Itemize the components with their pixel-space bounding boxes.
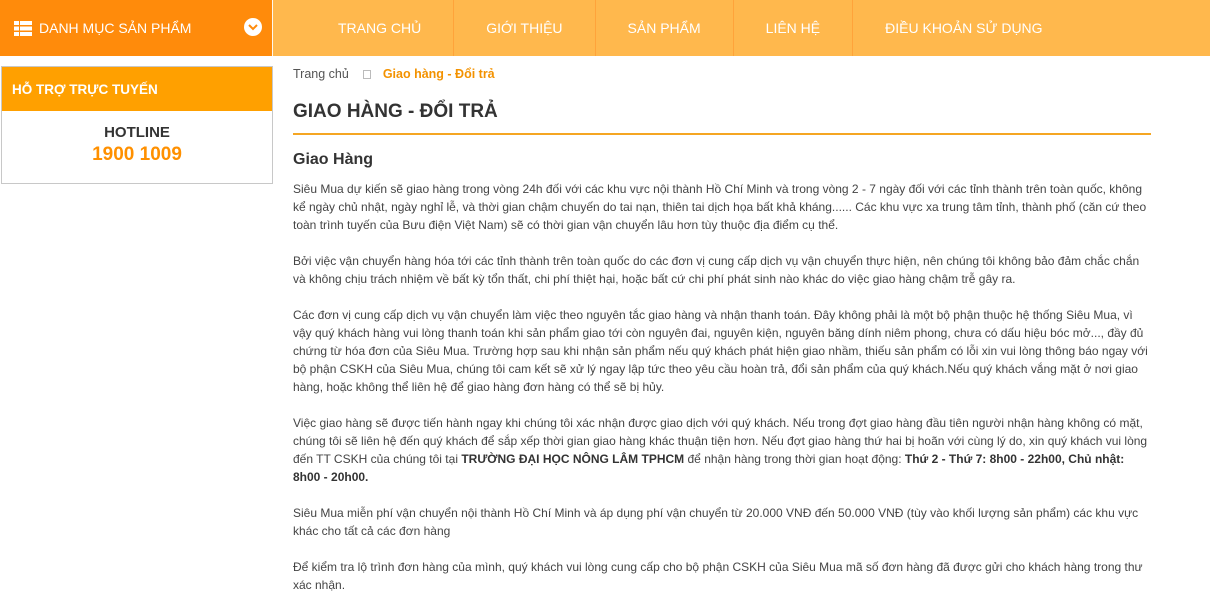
top-navigation-bar: DANH MỤC SẢN PHẨM TRANG CHỦ GIỚI THIỆU S… <box>0 0 1210 56</box>
section-title: Giao Hàng <box>293 151 374 168</box>
grid-list-icon <box>14 20 32 36</box>
p4-location: TRƯỜNG ĐẠI HỌC NÔNG LÂM TPHCM <box>461 452 685 466</box>
breadcrumb: Trang chủ Giao hàng - Đổi trả <box>293 66 1151 82</box>
breadcrumb-home-link[interactable]: Trang chủ <box>293 67 349 81</box>
hotline-label: HOTLINE <box>104 124 170 141</box>
main-content: Trang chủ Giao hàng - Đổi trả GIAO HÀNG … <box>293 66 1151 604</box>
p4-text-2: để nhận hàng trong thời gian hoạt động: <box>684 452 905 466</box>
paragraph-liability: Bởi việc vận chuyển hàng hóa tới các tỉn… <box>293 254 1140 286</box>
nav-item-home[interactable]: TRANG CHỦ <box>273 0 455 56</box>
support-title: HỖ TRỢ TRỰC TUYẾN <box>2 67 272 111</box>
paragraph-payment-on-delivery: Các đơn vị cung cấp dịch vụ vận chuyển l… <box>293 308 1148 394</box>
nav-item-contact[interactable]: LIÊN HỆ <box>734 0 854 56</box>
paragraph-delivery-process: Việc giao hàng sẽ được tiến hành ngay kh… <box>293 414 1151 486</box>
nav-item-about[interactable]: GIỚI THIỆU <box>454 0 596 56</box>
page-title: GIAO HÀNG - ĐỔI TRẢ <box>293 101 1151 135</box>
nav-item-terms[interactable]: ĐIỀU KHOẢN SỬ DỤNG <box>853 0 1074 56</box>
online-support-box: HỖ TRỢ TRỰC TUYẾN HOTLINE 1900 1009 <box>1 66 273 184</box>
paragraph-delivery-time: Siêu Mua dự kiến sẽ giao hàng trong vòng… <box>293 182 1147 232</box>
breadcrumb-separator-icon <box>362 69 371 79</box>
chevron-down-icon[interactable] <box>244 18 262 36</box>
category-menu-label: DANH MỤC SẢN PHẨM <box>39 20 192 36</box>
paragraph-order-tracking: Để kiểm tra lộ trình đơn hàng của mình, … <box>293 560 1143 592</box>
main-nav: TRANG CHỦ GIỚI THIỆU SẢN PHẨM LIÊN HỆ ĐI… <box>273 0 1075 56</box>
breadcrumb-current: Giao hàng - Đổi trả <box>382 67 495 81</box>
nav-item-products[interactable]: SẢN PHẨM <box>596 0 734 56</box>
category-menu-toggle[interactable]: DANH MỤC SẢN PHẨM <box>0 0 272 56</box>
hotline-number[interactable]: 1900 1009 <box>2 144 272 166</box>
article-body: Siêu Mua dự kiến sẽ giao hàng trong vòng… <box>293 180 1151 594</box>
paragraph-shipping-fee: Siêu Mua miễn phí vận chuyển nội thành H… <box>293 506 1139 538</box>
